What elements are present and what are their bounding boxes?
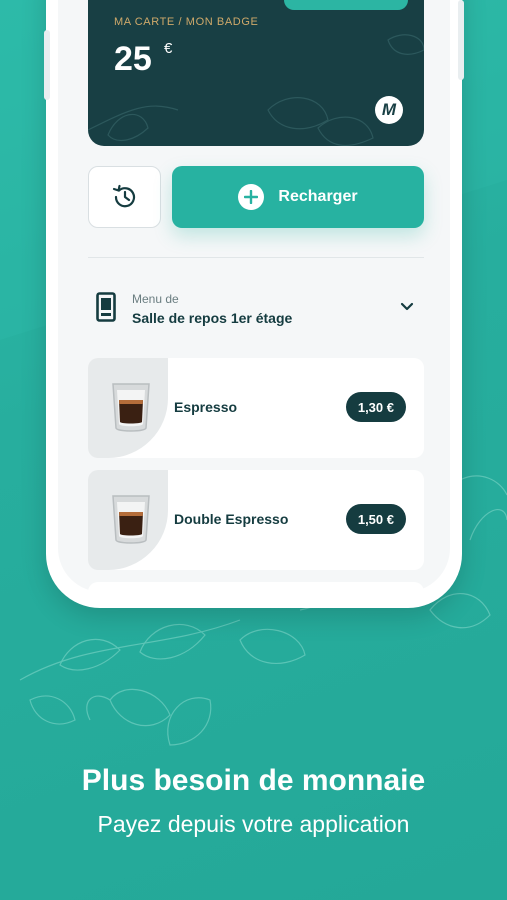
phone-side-button bbox=[44, 30, 50, 100]
price-badge: 1,30 € bbox=[345, 392, 406, 422]
divider bbox=[88, 257, 424, 258]
menu-location-selector[interactable]: Menu de Salle de repos 1er étage bbox=[88, 282, 424, 336]
wallet-card[interactable]: MA CARTE / MON BADGE 25 € M bbox=[88, 0, 424, 146]
espresso-cup-icon bbox=[112, 495, 150, 544]
card-label: MA CARTE / MON BADGE bbox=[114, 16, 259, 28]
plus-icon bbox=[238, 184, 265, 210]
recharge-label: Recharger bbox=[278, 188, 358, 205]
espresso-cup-icon bbox=[112, 383, 150, 432]
brand-logo: M bbox=[375, 96, 403, 124]
promo-headline: Plus besoin de monnaie bbox=[81, 764, 426, 797]
vending-machine-icon bbox=[96, 292, 116, 322]
menu-prefix: Menu de bbox=[132, 292, 179, 306]
history-button[interactable] bbox=[88, 166, 161, 228]
card-currency: € bbox=[164, 40, 173, 57]
menu-location: Salle de repos 1er étage bbox=[132, 310, 293, 326]
promo-subline: Payez depuis votre application bbox=[97, 811, 410, 837]
product-item-peek bbox=[88, 582, 424, 592]
product-item[interactable]: Espresso 1,30 € bbox=[88, 358, 424, 458]
product-name: Double Espresso bbox=[174, 511, 289, 527]
recharge-button[interactable]: Recharger bbox=[172, 166, 424, 228]
card-balance: 25 bbox=[114, 40, 152, 78]
product-item[interactable]: Double Espresso 1,50 € bbox=[88, 470, 424, 570]
product-name: Espresso bbox=[174, 399, 238, 415]
chevron-down-icon bbox=[400, 302, 414, 311]
history-icon bbox=[112, 184, 135, 208]
price-badge: 1,50 € bbox=[345, 504, 406, 534]
phone-side-button-right bbox=[458, 0, 464, 80]
card-top-pill bbox=[284, 0, 408, 10]
